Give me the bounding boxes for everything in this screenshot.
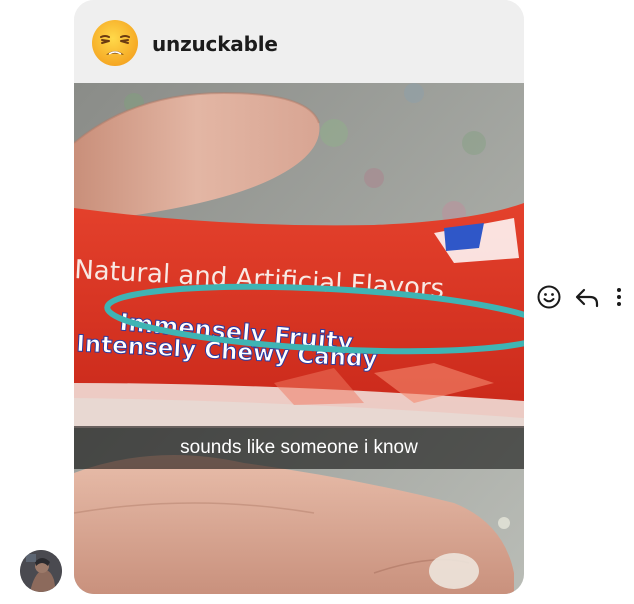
weary-face-emoji-icon <box>91 19 139 67</box>
avatar[interactable] <box>20 550 62 592</box>
caption-bar: sounds like someone i know <box>74 426 524 469</box>
message-bubble[interactable]: unzuckable Natural and Artificial Flavor… <box>74 0 524 594</box>
shared-photo[interactable]: Natural and Artificial Flavors Immensely… <box>74 83 524 594</box>
sender-username[interactable]: unzuckable <box>152 32 278 56</box>
chat-thread: unzuckable Natural and Artificial Flavor… <box>0 0 634 604</box>
photo-caption: sounds like someone i know <box>180 437 418 458</box>
message-actions <box>536 284 632 310</box>
smiley-face-icon[interactable] <box>536 284 562 310</box>
message-header: unzuckable <box>74 0 524 83</box>
more-vertical-icon[interactable] <box>612 284 626 310</box>
reply-arrow-icon[interactable] <box>574 284 600 310</box>
